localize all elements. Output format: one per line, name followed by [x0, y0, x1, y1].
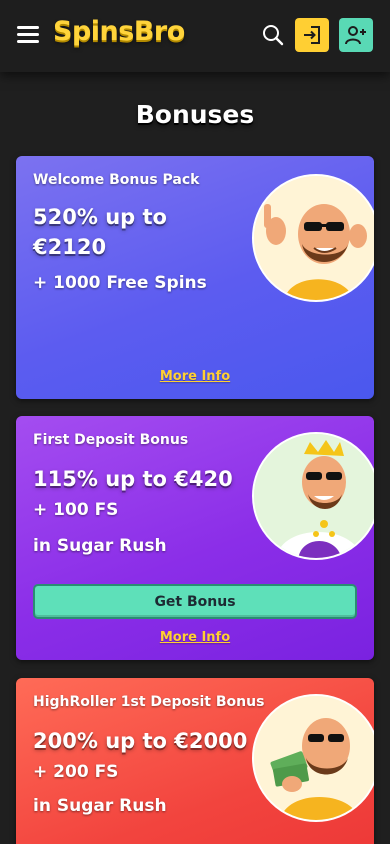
- bonus-card-welcome: Welcome Bonus Pack 520% up to €2120 + 10…: [16, 156, 374, 399]
- page-title: Bonuses: [135, 100, 255, 129]
- more-info-link[interactable]: More Info: [16, 369, 374, 384]
- bonus-amount-line1: 115% up to €420: [33, 467, 233, 491]
- mascot-image: [252, 174, 374, 302]
- top-header: SpinsBro: [0, 0, 390, 72]
- bonus-card-first-deposit: First Deposit Bonus 115% up to €420 + 10…: [16, 416, 374, 660]
- mascot-image: [252, 694, 374, 822]
- mascot-king-icon: [254, 434, 374, 558]
- bonus-free-spins: + 1000 Free Spins: [33, 273, 207, 293]
- bonus-subtitle: HighRoller 1st Deposit Bonus: [33, 694, 265, 710]
- bonus-amount-line1: 520% up to: [33, 205, 167, 229]
- add-user-icon: [345, 26, 366, 45]
- bonus-free-spins: + 200 FS: [33, 762, 119, 782]
- mascot-image: [252, 432, 374, 560]
- login-button[interactable]: [295, 18, 329, 52]
- register-button[interactable]: [339, 18, 373, 52]
- bonus-game: in Sugar Rush: [33, 796, 167, 816]
- mascot-pointing-icon: [254, 176, 374, 300]
- bonus-amount-line2: €2120: [33, 235, 107, 259]
- bonus-free-spins: + 100 FS: [33, 500, 119, 520]
- bonus-card-highroller: HighRoller 1st Deposit Bonus 200% up to …: [16, 678, 374, 844]
- mascot-money-icon: [254, 696, 374, 820]
- logo[interactable]: SpinsBro: [53, 16, 185, 47]
- get-bonus-button[interactable]: Get Bonus: [33, 584, 357, 619]
- bonus-game: in Sugar Rush: [33, 536, 167, 556]
- hamburger-menu-icon[interactable]: [17, 25, 39, 45]
- login-icon: [304, 26, 320, 44]
- search-icon: [263, 25, 284, 46]
- more-info-link[interactable]: More Info: [16, 630, 374, 645]
- bonus-subtitle: First Deposit Bonus: [33, 432, 189, 448]
- bonus-subtitle: Welcome Bonus Pack: [33, 172, 200, 188]
- bonus-amount-line1: 200% up to €2000: [33, 729, 248, 753]
- search-button[interactable]: [262, 24, 284, 46]
